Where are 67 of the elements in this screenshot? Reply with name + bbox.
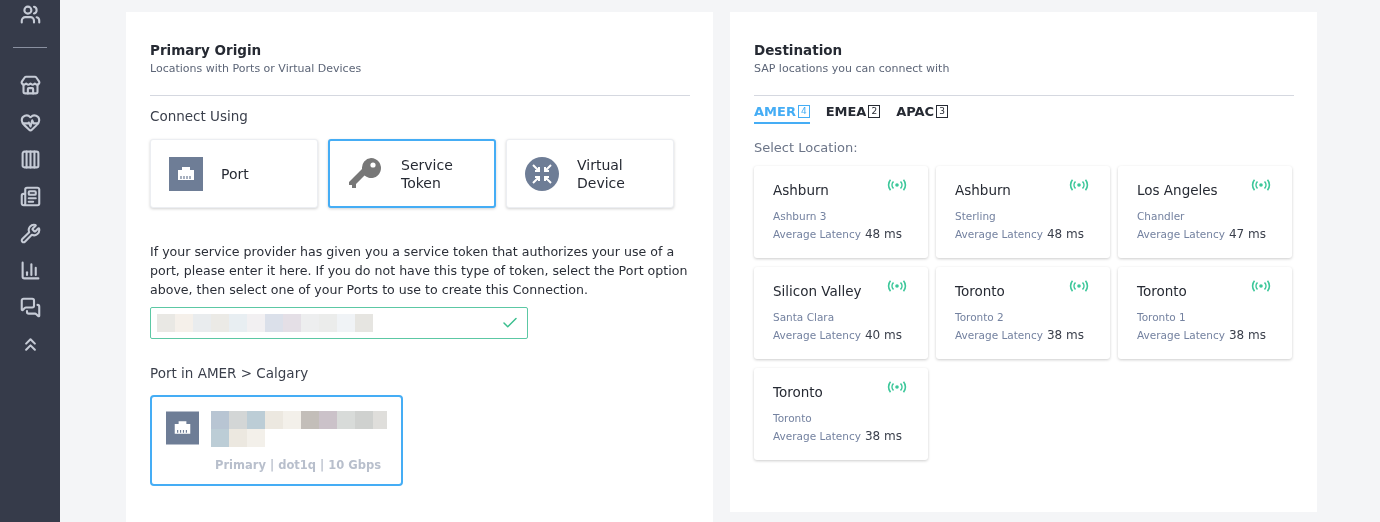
panel-subtitle: Locations with Ports or Virtual Devices [150, 62, 363, 75]
latency-label: Average Latency [773, 328, 861, 343]
location-card[interactable]: Silicon Valley Santa Clara Average Latency 40 ms [754, 267, 928, 359]
latency-value: 38 ms [1228, 328, 1266, 342]
latency-label: Average Latency [1137, 227, 1225, 242]
newspaper-icon[interactable] [18, 184, 42, 208]
arrows-in-circle-icon [525, 156, 559, 191]
latency-value: 48 ms [864, 227, 902, 241]
site-name: Toronto [773, 411, 813, 426]
ethernet-port-icon [169, 156, 203, 191]
store-icon[interactable] [18, 73, 42, 97]
tab-count: 4 [797, 105, 810, 118]
signal-icon [1251, 280, 1271, 292]
latency-label: Average Latency [773, 429, 861, 444]
city-name: Ashburn [955, 182, 1011, 198]
signal-icon [887, 280, 907, 292]
panel-subtitle: SAP locations you can connect with [754, 62, 951, 75]
signal-icon [887, 179, 907, 191]
ethernet-port-icon [166, 411, 199, 445]
city-name: Toronto [1137, 283, 1187, 299]
latency-label: Average Latency [955, 227, 1043, 242]
signal-icon [887, 381, 907, 393]
latency-label: Average Latency [1137, 328, 1225, 343]
site-name: Santa Clara [773, 310, 836, 325]
connect-label: Connect Using [150, 108, 249, 124]
site-name: Chandler [1137, 209, 1186, 224]
latency-value: 38 ms [864, 429, 902, 443]
help-text: If your service provider has given you a service token that authorizes your use of a port, please enter it here. If you do not have this type of token, select the Port option above, then select one of your Ports to use to create this Connection. [150, 243, 689, 299]
latency-label: Average Latency [773, 227, 861, 242]
site-name: Toronto 2 [955, 310, 1005, 325]
connection-option[interactable]: Service Token [328, 139, 496, 208]
site-name: Toronto 1 [1137, 310, 1187, 325]
site-name: Sterling [955, 209, 997, 224]
location-card[interactable]: Toronto Toronto Average Latency 38 ms [754, 368, 928, 460]
port-label: Port in AMER > Calgary [150, 365, 310, 381]
connection-option[interactable]: Port [150, 139, 318, 208]
latency-value: 40 ms [864, 328, 902, 342]
select-location-label: Select Location: [754, 140, 859, 155]
city-name: Toronto [773, 384, 823, 400]
site-name: Ashburn 3 [773, 209, 828, 224]
region-tab[interactable]: APAC 3 [896, 104, 948, 124]
city-name: Toronto [955, 283, 1005, 299]
signal-icon [1069, 179, 1089, 191]
chat-icon[interactable] [18, 295, 42, 319]
location-card[interactable]: Toronto Toronto 2 Average Latency 38 ms [936, 267, 1110, 359]
city-name: Ashburn [773, 182, 829, 198]
token-field[interactable] [150, 307, 528, 339]
panel-title: Destination [754, 42, 844, 58]
region-tab[interactable]: EMEA 2 [825, 104, 881, 124]
latency-value: 47 ms [1228, 227, 1266, 241]
latency-value: 38 ms [1046, 328, 1084, 342]
signal-icon [1069, 280, 1089, 292]
location-card[interactable]: Ashburn Sterling Average Latency 48 ms [936, 166, 1110, 258]
tab-count: 2 [868, 105, 881, 118]
location-card[interactable]: Ashburn Ashburn 3 Average Latency 48 ms [754, 166, 928, 258]
wrench-icon[interactable] [18, 221, 42, 245]
signal-icon [1251, 179, 1271, 191]
location-card[interactable]: Los Angeles Chandler Average Latency 47 ms [1118, 166, 1292, 258]
tab-count: 3 [936, 105, 948, 118]
city-name: Los Angeles [1137, 182, 1218, 198]
city-name: Silicon Valley [773, 283, 862, 299]
port-details: Primary | dot1q | 10 Gbps [215, 458, 382, 472]
location-card[interactable]: Toronto Toronto 1 Average Latency 38 ms [1118, 267, 1292, 359]
latency-label: Average Latency [955, 328, 1043, 343]
latency-value: 48 ms [1046, 227, 1084, 241]
connection-option[interactable]: Virtual Device [506, 139, 674, 208]
panel-title: Primary Origin [150, 42, 263, 58]
